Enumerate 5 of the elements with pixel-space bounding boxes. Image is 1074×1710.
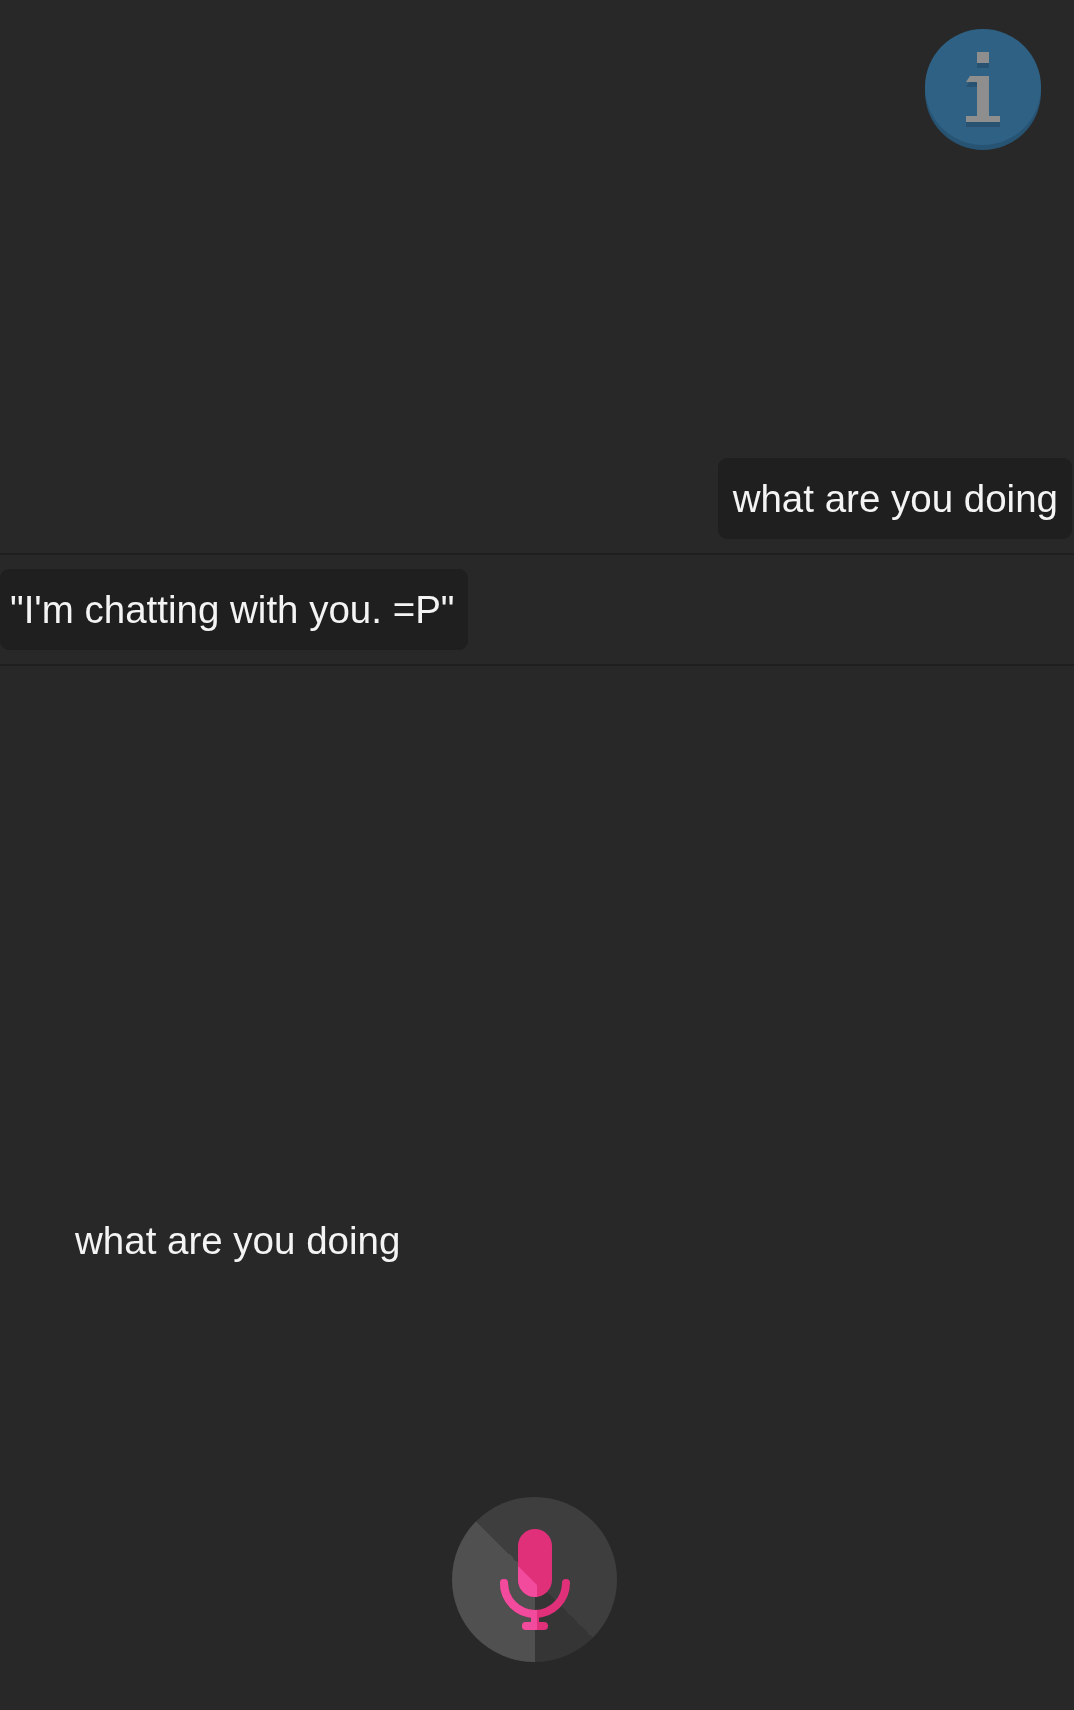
transcript-text: what are you doing [75,1218,401,1263]
microphone-icon [500,1529,570,1630]
message-bubble: "I'm chatting with you. =P" [0,569,469,650]
message-bubble: what are you doing [717,458,1072,539]
info-icon[interactable] [925,29,1041,151]
